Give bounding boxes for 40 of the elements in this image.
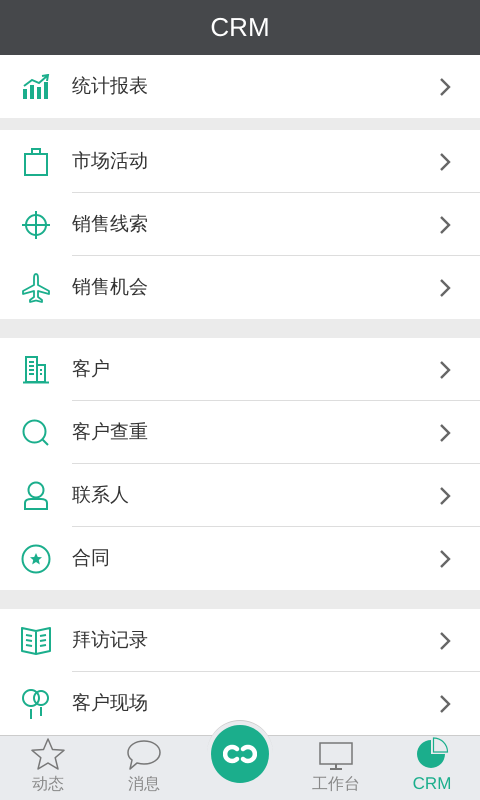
chevron-right-icon — [439, 278, 451, 298]
chevron-right-icon — [439, 422, 451, 442]
menu-label: 销售机会 — [72, 275, 149, 300]
linked-rings-icon — [223, 742, 257, 764]
chevron-right-icon — [439, 76, 451, 96]
menu-label: 联系人 — [72, 483, 130, 508]
airplane-icon — [22, 272, 50, 302]
menu-label: 客户现场 — [72, 691, 149, 716]
bag-icon — [24, 148, 48, 176]
header-title: CRM — [210, 11, 270, 44]
menu-label: 市场活动 — [72, 149, 149, 174]
tab-label: CRM — [412, 772, 452, 794]
menu-label: 客户查重 — [72, 420, 149, 446]
chevron-right-icon — [439, 214, 451, 234]
monitor-icon — [319, 742, 353, 770]
tab-label: 动态 — [32, 773, 64, 795]
star-circle-icon — [21, 544, 51, 574]
pie-chart-icon — [415, 736, 449, 768]
menu-label: 客户 — [72, 357, 111, 382]
pins-icon — [22, 688, 50, 720]
chevron-right-icon — [439, 630, 451, 650]
chevron-right-icon — [439, 694, 451, 714]
person-icon — [23, 480, 49, 510]
menu-label: 拜访记录 — [72, 628, 149, 654]
chevron-right-icon — [439, 548, 451, 568]
chevron-right-icon — [439, 486, 451, 506]
menu-label: 统计报表 — [72, 74, 149, 100]
tab-label: 消息 — [128, 773, 160, 795]
star-icon — [31, 738, 65, 770]
crosshair-icon — [21, 210, 51, 240]
tab-label: 工作台 — [312, 773, 360, 795]
menu-label: 销售线索 — [72, 212, 149, 238]
speech-bubble-icon — [127, 740, 161, 770]
open-book-icon — [21, 626, 51, 654]
chevron-right-icon — [439, 152, 451, 172]
chevron-right-icon — [439, 360, 451, 380]
search-icon — [22, 418, 50, 446]
building-icon — [22, 356, 50, 384]
chart-icon — [22, 74, 50, 100]
menu-label: 合同 — [72, 546, 111, 572]
